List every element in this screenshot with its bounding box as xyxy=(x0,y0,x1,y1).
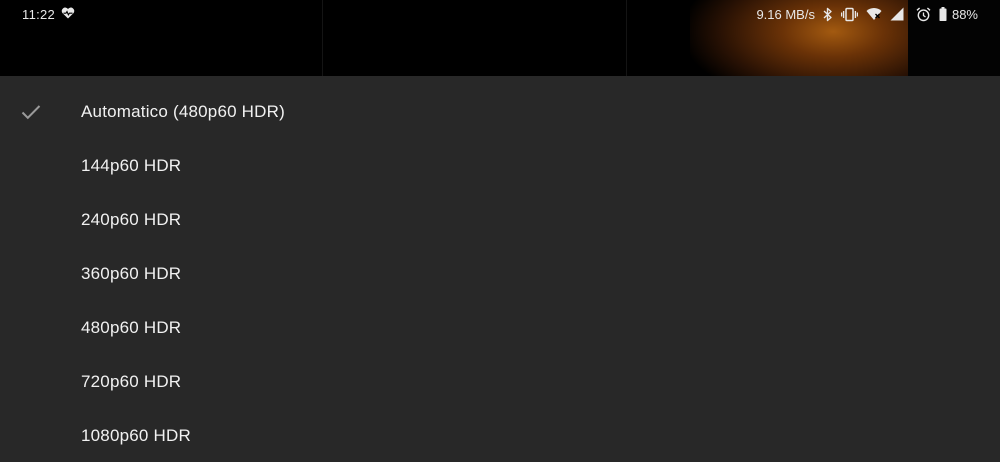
quality-option-label: 480p60 HDR xyxy=(81,318,182,337)
screen: 11:22 9.16 MB/s 88% Automatico (480p60 H… xyxy=(0,0,1000,462)
status-time: 11:22 xyxy=(22,7,56,22)
wifi-icon xyxy=(866,7,882,21)
status-icons: 9.16 MB/s 88% xyxy=(756,6,978,22)
heart-pulse-icon xyxy=(61,7,75,19)
quality-option-label: 720p60 HDR xyxy=(81,372,182,391)
status-bar: 11:22 9.16 MB/s 88% xyxy=(0,0,1000,30)
quality-option-label: 240p60 HDR xyxy=(81,210,182,229)
quality-option-240p[interactable]: 240p60 HDR xyxy=(0,193,1000,247)
quality-option-label: 1080p60 HDR xyxy=(81,426,191,445)
quality-option-auto[interactable]: Automatico (480p60 HDR) xyxy=(0,85,1000,139)
battery-icon xyxy=(939,7,947,21)
vibrate-icon xyxy=(840,7,858,22)
checkmark-icon xyxy=(21,104,41,120)
cell-signal-icon xyxy=(890,7,904,21)
quality-option-720p[interactable]: 720p60 HDR xyxy=(0,355,1000,409)
quality-option-480p[interactable]: 480p60 HDR xyxy=(0,301,1000,355)
quality-option-label: 144p60 HDR xyxy=(81,156,182,175)
quality-option-144p[interactable]: 144p60 HDR xyxy=(0,139,1000,193)
network-speed: 9.16 MB/s xyxy=(756,6,815,22)
quality-option-label: Automatico (480p60 HDR) xyxy=(81,102,285,121)
battery-percent: 88% xyxy=(951,6,978,22)
quality-menu: Automatico (480p60 HDR) 144p60 HDR 240p6… xyxy=(0,76,1000,462)
alarm-icon xyxy=(916,6,931,22)
quality-option-1080p[interactable]: 1080p60 HDR xyxy=(0,409,1000,462)
quality-option-label: 360p60 HDR xyxy=(81,264,182,283)
quality-option-360p[interactable]: 360p60 HDR xyxy=(0,247,1000,301)
bluetooth-icon xyxy=(823,7,833,22)
